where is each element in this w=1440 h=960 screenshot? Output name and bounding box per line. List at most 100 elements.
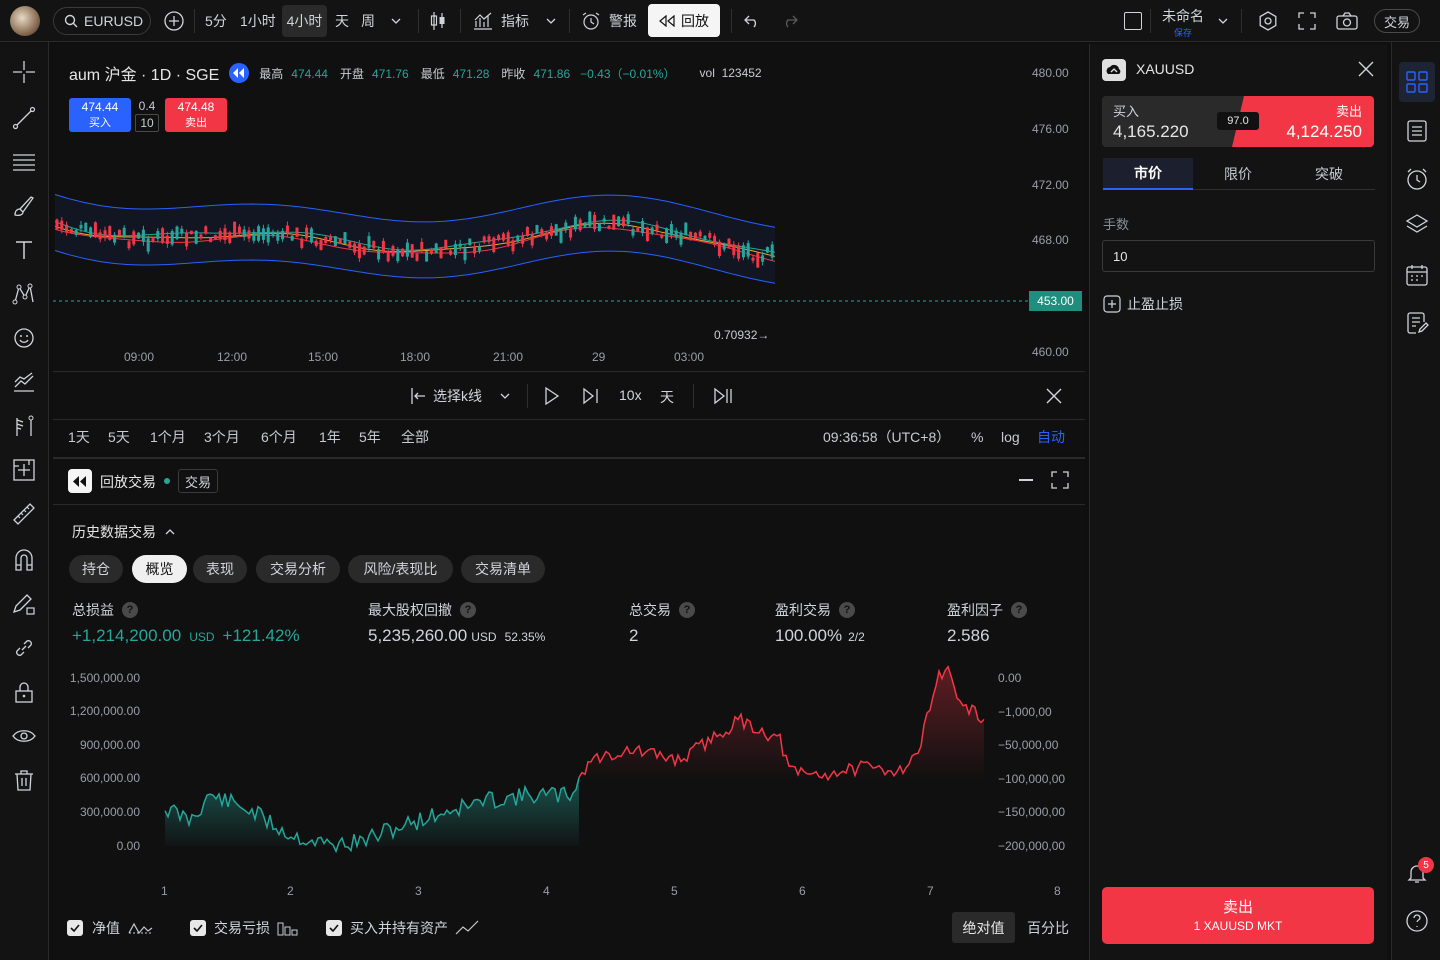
section-header[interactable]: 历史数据交易 bbox=[72, 522, 176, 542]
help-icon[interactable]: ? bbox=[1011, 602, 1027, 618]
order-type-limit-tab[interactable]: 限价 bbox=[1193, 158, 1283, 190]
delete-tool[interactable] bbox=[10, 766, 38, 794]
ruler-tool[interactable] bbox=[10, 500, 38, 528]
user-avatar[interactable] bbox=[10, 6, 40, 36]
range-6m[interactable]: 6个月 bbox=[261, 420, 297, 454]
lock-tool[interactable] bbox=[10, 678, 38, 706]
draw-lock-tool[interactable] bbox=[10, 590, 38, 618]
screenshot-button[interactable] bbox=[1336, 0, 1358, 42]
brush-tool[interactable] bbox=[10, 192, 38, 220]
text-tool[interactable] bbox=[10, 236, 38, 264]
help-icon[interactable]: ? bbox=[122, 602, 138, 618]
trading-panel-toggle[interactable] bbox=[1399, 62, 1435, 102]
visibility-tool[interactable] bbox=[10, 722, 38, 750]
quick-sell-button[interactable]: 474.48 卖出 bbox=[165, 98, 227, 132]
select-bar-button[interactable]: 选择k线 bbox=[409, 372, 482, 420]
fib-tool[interactable] bbox=[10, 148, 38, 176]
tpsl-toggle[interactable]: 止盈止损 bbox=[1103, 294, 1183, 314]
layout-dropdown[interactable] bbox=[1217, 0, 1229, 42]
chart-type-button[interactable] bbox=[429, 0, 447, 42]
speed-selector[interactable]: 10x bbox=[619, 387, 642, 403]
symbol-search[interactable]: EURUSD bbox=[53, 7, 151, 35]
forecast-tool[interactable] bbox=[10, 368, 38, 396]
trade-loss-checkbox[interactable] bbox=[190, 920, 206, 936]
close-replay-button[interactable] bbox=[1046, 388, 1062, 404]
play-button[interactable] bbox=[544, 387, 560, 405]
settings-button[interactable] bbox=[1257, 0, 1279, 42]
link-tool[interactable] bbox=[10, 634, 38, 662]
help-icon[interactable]: ? bbox=[679, 602, 695, 618]
redo-button[interactable] bbox=[782, 0, 798, 42]
tab-performance[interactable]: 表现 bbox=[193, 555, 247, 583]
tab-positions[interactable]: 持仓 bbox=[69, 555, 123, 583]
equity-curve-chart[interactable] bbox=[160, 660, 990, 870]
help-icon[interactable]: ? bbox=[460, 602, 476, 618]
range-1m[interactable]: 1个月 bbox=[150, 420, 186, 454]
crosshair-tool[interactable] bbox=[10, 58, 38, 86]
equity-checkbox[interactable] bbox=[67, 920, 83, 936]
alerts-button[interactable] bbox=[1402, 164, 1432, 194]
close-order-panel-button[interactable] bbox=[1358, 61, 1374, 77]
pattern-tool[interactable] bbox=[10, 280, 38, 308]
candlestick-chart[interactable] bbox=[53, 44, 1085, 370]
tab-trade-list[interactable]: 交易清单 bbox=[461, 555, 545, 583]
indicators-button[interactable]: 指标 bbox=[473, 0, 529, 42]
replay-button[interactable]: 回放 bbox=[648, 4, 720, 37]
order-type-stop-tab[interactable]: 突破 bbox=[1283, 158, 1375, 190]
layout-name[interactable]: 未命名 保存 bbox=[1161, 6, 1205, 39]
help-icon[interactable]: ? bbox=[839, 602, 855, 618]
range-all[interactable]: 全部 bbox=[401, 420, 429, 454]
quantity-input[interactable] bbox=[1102, 240, 1375, 272]
notes-button[interactable] bbox=[1402, 308, 1432, 338]
interval-4h[interactable]: 4小时 bbox=[282, 5, 327, 37]
trade-toggle-button[interactable]: 交易 bbox=[1374, 9, 1420, 33]
interval-selector[interactable]: 天 bbox=[660, 387, 674, 407]
percent-scale-toggle[interactable]: % bbox=[971, 420, 983, 454]
select-bar-dropdown[interactable] bbox=[499, 390, 511, 402]
buy-hold-checkbox[interactable] bbox=[326, 920, 342, 936]
order-type-market-tab[interactable]: 市价 bbox=[1103, 158, 1193, 190]
layout-square-button[interactable] bbox=[1124, 12, 1142, 30]
quick-buy-button[interactable]: 474.44 买入 bbox=[69, 98, 131, 132]
measure-tool[interactable] bbox=[10, 412, 38, 440]
absolute-mode-button[interactable]: 绝对值 bbox=[952, 912, 1015, 943]
jump-to-realtime-button[interactable] bbox=[713, 387, 733, 405]
calendar-button[interactable] bbox=[1402, 260, 1432, 290]
submit-sell-order-button[interactable]: 卖出 1 XAUUSD MKT bbox=[1102, 887, 1374, 944]
minimize-panel-button[interactable] bbox=[1019, 479, 1033, 481]
range-1d[interactable]: 1天 bbox=[68, 420, 90, 454]
range-1y[interactable]: 1年 bbox=[319, 420, 341, 454]
quick-qty[interactable]: 10 bbox=[135, 114, 159, 132]
tab-risk-ratio[interactable]: 风险/表现比 bbox=[348, 555, 453, 583]
interval-day[interactable]: 天 bbox=[335, 0, 349, 42]
interval-1h[interactable]: 1小时 bbox=[240, 0, 276, 42]
panel-trade-tag[interactable]: 交易 bbox=[178, 469, 219, 493]
auto-scale-toggle[interactable]: 自动 bbox=[1037, 420, 1065, 454]
tab-trade-analysis[interactable]: 交易分析 bbox=[256, 555, 340, 583]
layers-button[interactable] bbox=[1402, 210, 1432, 240]
watchlist-button[interactable] bbox=[1402, 116, 1432, 146]
fullscreen-button[interactable] bbox=[1298, 0, 1316, 42]
help-button[interactable] bbox=[1402, 906, 1432, 936]
interval-5m[interactable]: 5分 bbox=[205, 0, 227, 42]
interval-week[interactable]: 周 bbox=[361, 0, 375, 42]
chart-symbol-title[interactable]: aum 沪金 · 1D · SGE bbox=[69, 61, 219, 85]
price-chart[interactable]: aum 沪金 · 1D · SGE 最高 474.44 开盘 471.76 最低 471.… bbox=[53, 44, 1085, 370]
add-symbol-button[interactable] bbox=[163, 10, 185, 32]
step-forward-button[interactable] bbox=[582, 387, 600, 405]
maximize-panel-button[interactable] bbox=[1051, 471, 1069, 489]
range-5y[interactable]: 5年 bbox=[359, 420, 381, 454]
interval-dropdown[interactable] bbox=[390, 0, 402, 42]
tab-overview[interactable]: 概览 bbox=[132, 555, 187, 583]
log-scale-toggle[interactable]: log bbox=[1001, 420, 1020, 454]
alert-button[interactable]: 警报 bbox=[581, 0, 637, 42]
magnet-tool[interactable] bbox=[10, 546, 38, 574]
clock-timezone[interactable]: 09:36:58（UTC+8） bbox=[823, 420, 950, 454]
percent-mode-button[interactable]: 百分比 bbox=[1022, 912, 1074, 943]
trendline-tool[interactable] bbox=[10, 104, 38, 132]
undo-button[interactable] bbox=[744, 0, 760, 42]
range-5d[interactable]: 5天 bbox=[108, 420, 130, 454]
range-3m[interactable]: 3个月 bbox=[204, 420, 240, 454]
zoom-tool[interactable] bbox=[10, 456, 38, 484]
indicators-dropdown[interactable] bbox=[545, 0, 557, 42]
